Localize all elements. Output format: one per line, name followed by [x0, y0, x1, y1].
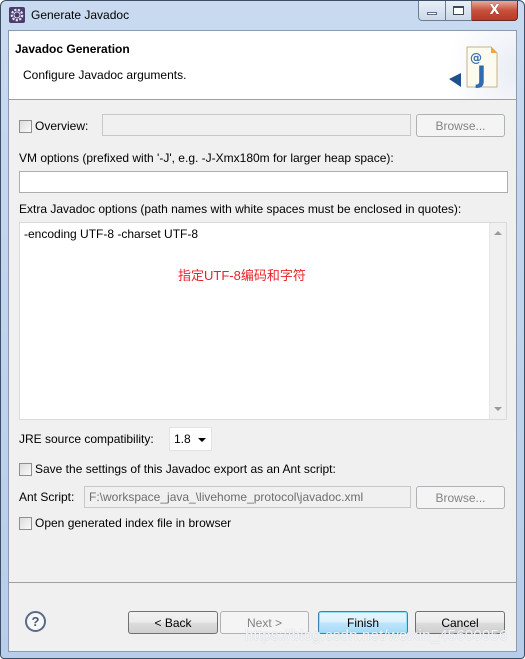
svg-text:J: J	[475, 61, 486, 89]
overview-checkbox[interactable]	[19, 120, 32, 133]
footer-separator	[9, 582, 516, 583]
textarea-scrollbar[interactable]	[489, 223, 506, 419]
extra-options-label: Extra Javadoc options (path names with w…	[19, 202, 462, 216]
ant-script-label: Ant Script:	[19, 490, 75, 504]
jre-compat-select[interactable]: 1.8	[169, 427, 212, 451]
open-index-label: Open generated index file in browser	[35, 516, 232, 530]
save-ant-checkbox[interactable]	[19, 463, 32, 476]
jre-compat-value: 1.8	[174, 432, 191, 446]
help-icon[interactable]: ?	[25, 611, 46, 632]
vm-options-input[interactable]	[19, 171, 508, 193]
window-title: Generate Javadoc	[31, 8, 130, 22]
annotation-note: 指定UTF-8编码和字符	[178, 268, 306, 283]
wizard-header: Javadoc Generation Configure Javadoc arg…	[9, 31, 516, 100]
extra-options-textarea[interactable]: -encoding UTF-8 -charset UTF-8 指定UTF-8编码…	[19, 222, 507, 420]
dialog-window: Generate Javadoc X Javadoc Generation Co…	[0, 0, 525, 659]
eclipse-gear-icon	[9, 7, 25, 23]
page-title: Javadoc Generation	[15, 42, 130, 56]
vm-options-label: VM options (prefixed with '-J', e.g. -J-…	[19, 151, 394, 165]
dialog-client-area: Javadoc Generation Configure Javadoc arg…	[8, 30, 517, 652]
back-button[interactable]: < Back	[128, 611, 218, 634]
maximize-icon	[453, 6, 464, 15]
overview-path-field[interactable]	[102, 114, 411, 136]
title-bar[interactable]: Generate Javadoc X	[1, 1, 524, 30]
overview-browse-button[interactable]: Browse...	[416, 114, 505, 137]
javadoc-wizard-icon: @ J	[449, 46, 498, 89]
page-description: Configure Javadoc arguments.	[23, 68, 187, 82]
window-controls: X	[418, 1, 518, 21]
minimize-icon	[427, 12, 437, 15]
jre-compat-label: JRE source compatibility:	[19, 432, 154, 446]
open-index-checkbox[interactable]	[19, 517, 32, 530]
maximize-button[interactable]	[446, 1, 472, 21]
close-button[interactable]: X	[472, 1, 518, 21]
close-icon: X	[489, 3, 500, 18]
overview-label: Overview:	[35, 119, 89, 133]
extra-options-value: -encoding UTF-8 -charset UTF-8	[24, 227, 199, 241]
ant-script-field[interactable]: F:\workspace_java_\livehome_protocol\jav…	[84, 486, 411, 508]
watermark: https://blog.csdn.net/weixin_45600956	[245, 627, 508, 644]
ant-browse-button[interactable]: Browse...	[416, 486, 505, 509]
scroll-down-icon[interactable]	[494, 407, 502, 411]
minimize-button[interactable]	[418, 1, 446, 21]
chevron-down-icon	[198, 438, 206, 442]
save-ant-label: Save the settings of this Javadoc export…	[35, 462, 336, 476]
scroll-up-icon[interactable]	[494, 231, 502, 235]
